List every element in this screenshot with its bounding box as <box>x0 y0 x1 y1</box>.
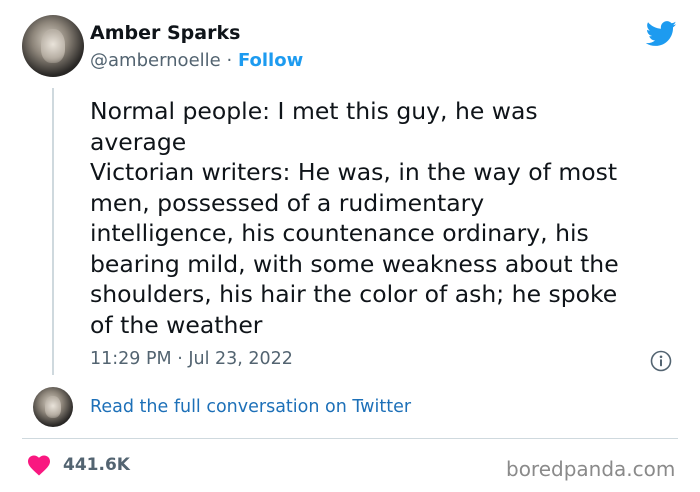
info-icon[interactable] <box>650 350 672 372</box>
heart-icon[interactable] <box>27 454 51 476</box>
twitter-bird-icon[interactable] <box>646 21 677 47</box>
read-conversation-link[interactable]: Read the full conversation on Twitter <box>90 397 411 417</box>
separator: · <box>226 50 233 71</box>
tweet-text: Normal people: I met this guy, he was av… <box>90 96 680 340</box>
author-handle[interactable]: @ambernoelle <box>90 50 221 71</box>
tweet-timestamp[interactable]: 11:29 PM · Jul 23, 2022 <box>90 349 293 369</box>
thread-line <box>52 88 54 375</box>
watermark: boredpanda.com <box>506 457 676 481</box>
like-count[interactable]: 441.6K <box>63 455 130 475</box>
tweet-line: Normal people: I met this guy, he was <box>90 97 538 125</box>
tweet-line: of the weather <box>90 310 263 339</box>
author-avatar[interactable] <box>22 15 84 77</box>
follow-button[interactable]: Follow <box>238 50 303 71</box>
divider <box>22 438 678 439</box>
author-handle-row: @ambernoelle · Follow <box>90 50 303 71</box>
author-name[interactable]: Amber Sparks <box>90 22 240 44</box>
tweet-line: shoulders, his hair the color of ash; he… <box>90 280 618 308</box>
tweet-line: bearing mild, with some weakness about t… <box>90 249 619 278</box>
conversation-avatar[interactable] <box>33 387 73 427</box>
tweet-line: intelligence, his countenance ordinary, … <box>90 219 589 247</box>
tweet-line: men, possessed of a rudimentary <box>90 188 485 217</box>
tweet-line: Victorian writers: He was, in the way of… <box>90 158 618 186</box>
tweet-line: average <box>90 127 187 156</box>
